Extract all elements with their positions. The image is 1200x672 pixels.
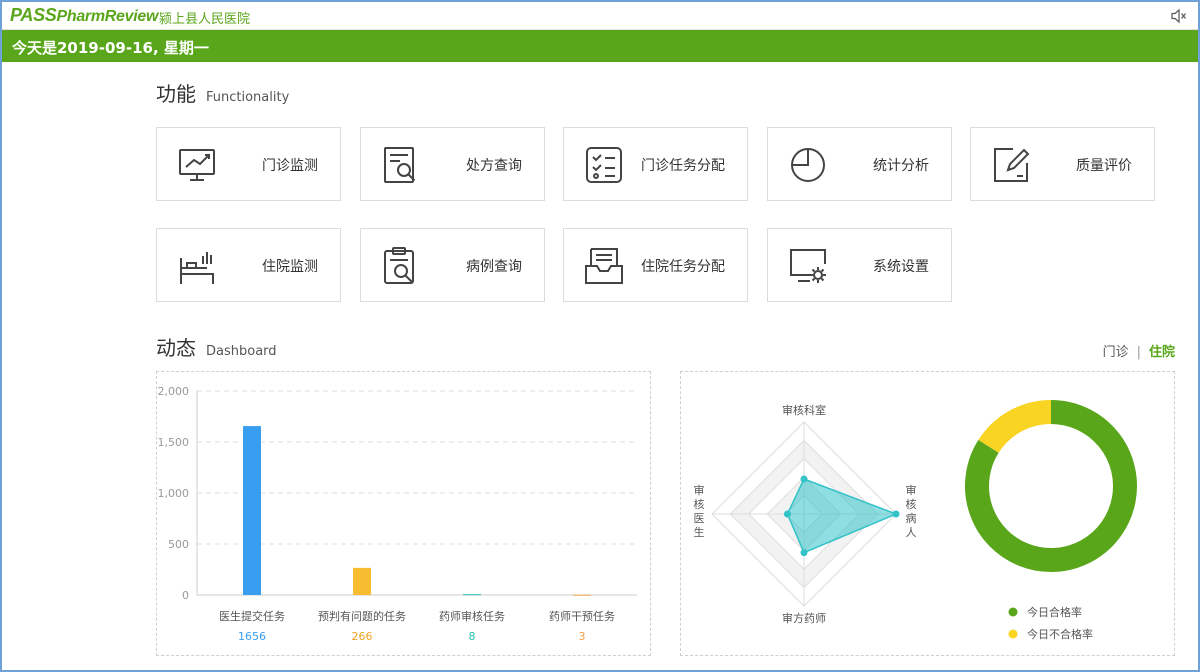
- bar: [353, 567, 371, 595]
- checklist-icon: [586, 147, 622, 183]
- radar-point: [892, 510, 900, 518]
- donut-slice: [978, 400, 1052, 454]
- legend-swatch: [1008, 629, 1018, 639]
- radar-label: 审核医生: [694, 483, 705, 539]
- pie-chart-icon: [791, 148, 825, 182]
- card-case-query[interactable]: 病例查询: [360, 228, 545, 302]
- top-bar: PASSPharmReview 颍上县人民医院: [2, 2, 1198, 30]
- radar-label: 审核病人: [906, 483, 917, 539]
- y-tick-label: 500: [168, 538, 189, 551]
- radar-point: [800, 475, 808, 483]
- y-tick-label: 1,500: [158, 436, 190, 449]
- y-tick-label: 1,000: [158, 487, 190, 500]
- bar: [243, 426, 261, 595]
- hospital-name: 颍上县人民医院: [159, 12, 251, 27]
- monitor-gear-icon: [790, 249, 826, 283]
- card-inpatient-monitoring[interactable]: 住院监测: [156, 228, 341, 302]
- card-inpatient-task-assignment[interactable]: 住院任务分配: [563, 228, 748, 302]
- app-logo[interactable]: PASSPharmReview: [10, 5, 158, 26]
- bar: [573, 594, 591, 596]
- legend-swatch: [1008, 607, 1018, 617]
- legend-label: 今日合格率: [1027, 605, 1082, 619]
- radar-chart: 审核科室审方药师 审核病人 审核医生: [694, 403, 917, 625]
- card-statistical-analysis[interactable]: 统计分析: [767, 127, 952, 201]
- toggle-outpatient[interactable]: 门诊: [1103, 345, 1129, 360]
- speaker-icon[interactable]: [1170, 7, 1188, 25]
- y-tick-label: 2,000: [158, 385, 190, 398]
- clipboard-search-icon: [384, 247, 414, 284]
- monitor-chart-icon: [179, 149, 215, 181]
- donut-chart: 今日合格率今日不合格率: [965, 400, 1137, 641]
- radar-label: 审方药师: [782, 611, 826, 625]
- x-tick-label: 医生提交任务: [219, 609, 285, 623]
- bar: [463, 594, 481, 596]
- card-system-settings[interactable]: 系统设置: [767, 228, 952, 302]
- view-toggle: 门诊 | 住院: [1103, 341, 1175, 360]
- hospital-bed-icon: [180, 252, 214, 284]
- inbox-tray-icon: [585, 248, 623, 284]
- data-label: 1656: [238, 630, 266, 643]
- data-label: 266: [352, 630, 373, 643]
- legend-label: 今日不合格率: [1027, 627, 1093, 641]
- functionality-heading: 功能 Functionality: [156, 82, 290, 106]
- prescription-search-icon: [384, 147, 416, 183]
- dashboard-heading: 动态 Dashboard: [156, 336, 277, 360]
- toggle-inpatient[interactable]: 住院: [1149, 345, 1175, 360]
- card-quality-evaluation[interactable]: 质量评价: [970, 127, 1155, 201]
- x-tick-label: 药师审核任务: [439, 609, 505, 623]
- radar-donut-panel: 审核科室审方药师 审核病人 审核医生 今日合格率今日不合格率: [680, 371, 1175, 656]
- radar-point: [800, 549, 808, 557]
- radar-label: 审核科室: [782, 403, 826, 417]
- radar-point: [783, 510, 791, 518]
- card-outpatient-monitoring[interactable]: 门诊监测: [156, 127, 341, 201]
- x-tick-label: 药师干预任务: [549, 610, 615, 623]
- data-label: 3: [579, 630, 586, 643]
- card-prescription-query[interactable]: 处方查询: [360, 127, 545, 201]
- card-outpatient-task-assignment[interactable]: 门诊任务分配: [563, 127, 748, 201]
- date-banner: 今天是2019-09-16, 星期一: [2, 30, 1198, 62]
- y-tick-label: 0: [182, 589, 189, 602]
- x-tick-label: 预判有问题的任务: [318, 609, 406, 623]
- bar-chart-panel: 0 500 1,000 1,500 2,000 医生提交任务 1656 预判有问题的任务 266…: [156, 371, 651, 656]
- toggle-separator: |: [1136, 345, 1141, 360]
- data-label: 8: [469, 630, 476, 643]
- bar-chart: 0 500 1,000 1,500 2,000 医生提交任务 1656 预判有问题的任务 266…: [158, 385, 637, 643]
- edit-square-icon: [994, 148, 1030, 182]
